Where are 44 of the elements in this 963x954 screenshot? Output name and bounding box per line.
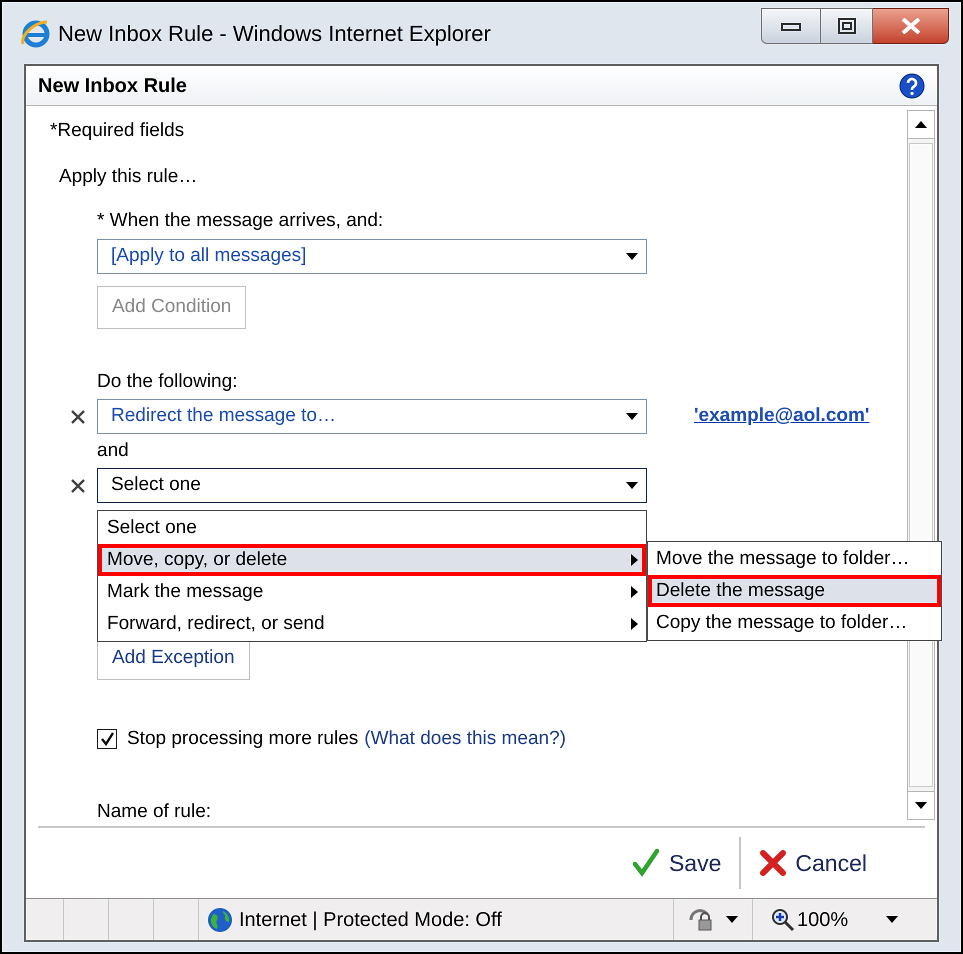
dropdown-arrow-icon <box>626 253 638 260</box>
action-select[interactable]: Redirect the message to… <box>97 399 647 434</box>
dialog-title: New Inbox Rule <box>38 74 187 98</box>
dropdown-arrow-icon <box>886 916 898 923</box>
maximize-icon <box>838 18 856 34</box>
checkbox-label: Stop processing more rules <box>127 727 358 751</box>
close-button[interactable] <box>873 8 949 44</box>
field-label: Do the following: <box>97 371 238 393</box>
close-icon <box>900 18 922 34</box>
dropdown-arrow-icon <box>726 916 738 923</box>
menu-item[interactable]: Move, copy, or delete <box>98 544 646 576</box>
minimize-icon <box>781 21 801 31</box>
submenu-arrow-icon <box>631 618 638 630</box>
remove-icon[interactable] <box>70 478 86 494</box>
dropdown-arrow-icon <box>626 482 638 489</box>
field-label: * When the message arrives, and: <box>97 210 384 232</box>
save-button[interactable]: Save <box>624 839 730 887</box>
section-label: Apply this rule… <box>59 166 198 188</box>
browser-logo-icon <box>20 18 50 48</box>
zone-status: Internet | Protected Mode: Off <box>239 908 502 932</box>
action-select[interactable]: Select one <box>97 468 647 503</box>
remove-icon[interactable] <box>70 408 86 424</box>
checkmark-icon <box>632 849 661 877</box>
field-label: Name of rule: <box>97 800 212 822</box>
submenu-arrow-icon <box>631 586 638 598</box>
help-link[interactable]: (What does this mean?) <box>364 725 566 754</box>
zoom-icon <box>771 908 795 932</box>
lock-icon <box>688 908 714 932</box>
condition-select[interactable]: [Apply to all messages] <box>97 239 647 274</box>
submenu-item[interactable]: Delete the message <box>648 575 941 607</box>
globe-icon <box>207 906 233 932</box>
recipient-link[interactable]: 'example@aol.com' <box>694 402 870 431</box>
zoom-dropdown[interactable]: 100% <box>753 899 937 940</box>
minimize-button[interactable] <box>761 8 821 44</box>
joiner-label: and <box>97 440 130 462</box>
cancel-button[interactable]: Cancel <box>751 839 875 887</box>
required-note: *Required fields <box>50 120 186 142</box>
stop-processing-checkbox[interactable] <box>97 729 117 750</box>
cross-icon <box>759 849 788 877</box>
help-icon[interactable] <box>899 72 925 98</box>
submenu-arrow-icon <box>631 554 638 566</box>
dropdown-arrow-icon <box>626 413 638 420</box>
window-title: New Inbox Rule - Windows Internet Explorer <box>58 20 491 48</box>
maximize-button[interactable] <box>821 8 873 44</box>
